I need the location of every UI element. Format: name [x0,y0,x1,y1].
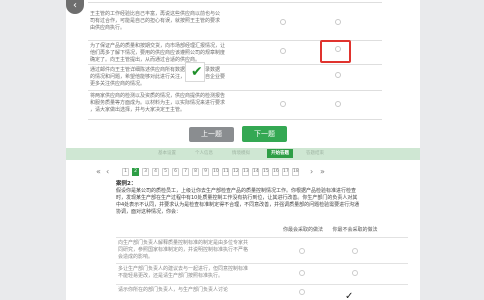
page-button[interactable]: 12 [232,168,239,176]
case-title: 案例2： [116,181,137,187]
option-text: 通过邮件向王主管详细陈述供应商所有数据和合作记录数据 的情况和问题，希望他能够对… [90,67,226,87]
check-icon: ✔ [191,64,203,80]
option-text: 王主管的工作经验比自己丰富，再说这些供应商以前也与公 司有过合作，可能是自己的担… [90,11,221,31]
page-button[interactable]: 1 [122,168,129,176]
option-row-6: 多让生产部门负责人的建议去与一起进行，但同意控制标准 不能轻易更改，还是请生产部… [116,263,408,284]
step-item-current: 开始答题 [267,149,293,158]
page-button[interactable]: 11 [222,168,229,176]
progress-steps: 基本设置 个人信息 情境模拟 开始答题 答题结束 [66,148,420,160]
page-button[interactable]: 8 [192,168,199,176]
back-arrow-icon: ‹ [73,0,77,11]
page-button[interactable]: 3 [142,168,149,176]
page-button[interactable]: 16 [272,168,279,176]
step-item: 基本设置 [158,151,176,156]
radio-worst[interactable] [352,270,358,276]
page-button[interactable]: 7 [182,168,189,176]
column-worst: 你最不会采取的做法 [332,227,378,233]
page-button-current[interactable]: 2 [132,168,139,176]
radio-best[interactable] [299,270,305,276]
selected-checkbox[interactable]: ✔ [185,62,205,82]
radio-worst[interactable] [352,248,358,254]
prev-question-button[interactable]: 上一题 [189,127,234,142]
first-page-icon[interactable]: « [96,167,101,176]
page-button[interactable]: 17 [282,168,289,176]
radio-best[interactable] [280,19,286,25]
option-text: 为了保证产品的质量和按期交货，向市场部经理汇报情况，让 他们再多了解下情况，要用… [90,43,226,63]
option-row-1: 王主管的工作经验比自己丰富，再说这些供应商以前也与公 司有过合作，可能是自己的担… [88,2,382,40]
highlight-box [320,40,351,63]
page-button[interactable]: 15 [262,168,269,176]
option-text: 将两家供应商的检测以及资质的情况，供应商提供的检测报告 和服务质量等方面成为。以… [90,93,226,113]
page-button[interactable]: 14 [252,168,259,176]
radio-worst[interactable] [335,19,341,25]
page-button[interactable]: 10 [212,168,219,176]
option-text: 请示你所在的部门负责人，与生产部门负责人讨论 [118,287,229,293]
prev-page-icon[interactable]: ‹ [106,167,109,176]
option-text: 多让生产部门负责人的建议去与一起进行，但同意控制标准 不能轻易更改，还是请生产部… [118,266,249,279]
case-description: 假设你是某公司的质检员工，上级让你去生产部检查产品的质量控制情况工作。你根据产品… [116,188,360,215]
radio-best[interactable] [280,48,286,54]
page-button[interactable]: 13 [242,168,249,176]
option-row-3: 通过邮件向王主管详细陈述供应商所有数据和合作记录数据 的情况和问题，希望他能够对… [88,64,382,90]
page-button[interactable]: 6 [172,168,179,176]
step-item: 个人信息 [195,151,213,156]
case-block: 案例2： 假设你是某公司的质检员工，上级让你去生产部检查产品的质量控制情况工作。… [116,181,406,216]
radio-worst[interactable] [335,101,341,107]
option-row-5: 向生产部门负责人解释质量控制标准的制定是由多位专家共 同研究，参照国家标准制定的… [116,237,408,263]
radio-best[interactable] [299,248,305,254]
option-text: 向生产部门负责人解释质量控制标准的制定是由多位专家共 同研究，参照国家标准制定的… [118,240,249,260]
page-button[interactable]: 18 [292,168,299,176]
page-button[interactable]: 5 [162,168,169,176]
radio-best[interactable] [299,289,305,295]
step-item: 情境模拟 [232,151,250,156]
option-row-7: 请示你所在的部门负责人，与生产部门负责人讨论 [116,284,408,300]
option-row-4: 将两家供应商的检测以及资质的情况，供应商提供的检测报告 和服务质量等方面成为。以… [88,90,382,120]
page-button[interactable]: 9 [202,168,209,176]
next-question-button[interactable]: 下一题 [242,126,287,142]
radio-worst[interactable] [335,72,341,78]
step-item: 答题结束 [306,151,324,156]
radio-best[interactable] [280,101,286,107]
next-page-icon[interactable]: › [310,167,313,176]
page-button[interactable]: 4 [152,168,159,176]
last-page-icon[interactable]: » [320,167,325,176]
check-icon[interactable]: ✓ [345,291,353,300]
